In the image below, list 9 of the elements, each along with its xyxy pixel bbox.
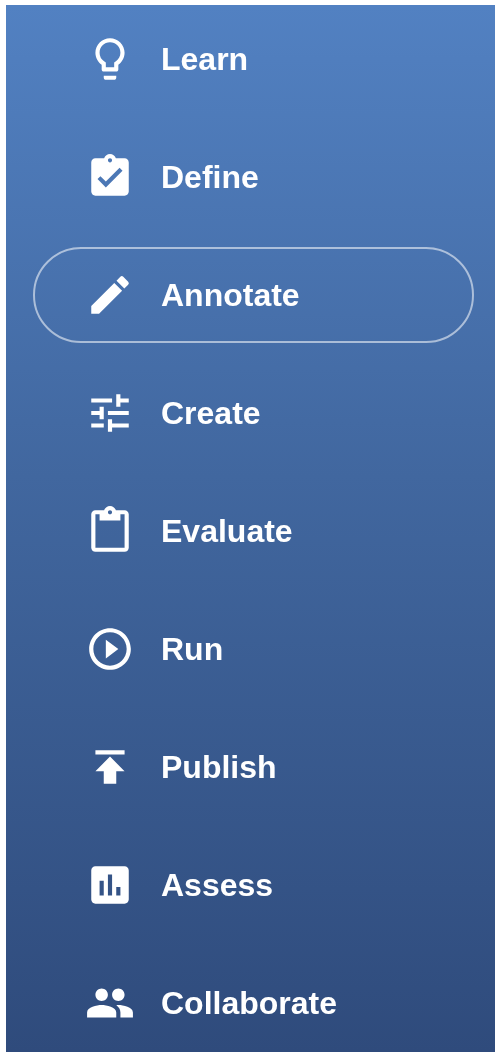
- nav-item[interactable]: Assess: [33, 837, 474, 933]
- nav-item[interactable]: Run: [33, 601, 474, 697]
- nav-item[interactable]: Publish: [33, 719, 474, 815]
- nav-item[interactable]: Collaborate: [33, 955, 474, 1051]
- nav-item[interactable]: Annotate: [33, 247, 474, 343]
- nav-item[interactable]: Evaluate: [33, 483, 474, 579]
- nav-item[interactable]: Learn: [33, 11, 474, 107]
- nav-item[interactable]: Create: [33, 365, 474, 461]
- nav-item[interactable]: Define: [33, 129, 474, 225]
